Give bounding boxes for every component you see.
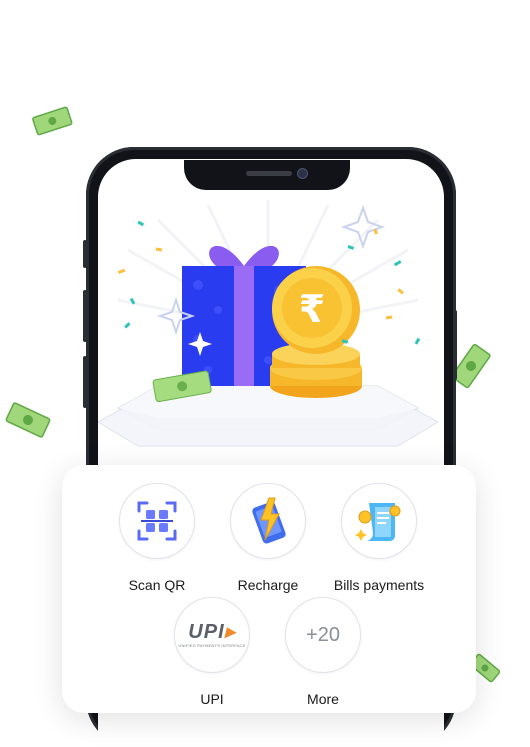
phone-speaker: [246, 171, 292, 176]
upi-logo-text: UPI: [188, 621, 225, 643]
service-bills-payments[interactable]: Bills payments: [324, 483, 434, 593]
service-recharge[interactable]: Recharge: [213, 483, 323, 593]
service-label: Recharge: [237, 577, 299, 593]
service-label: Scan QR: [128, 577, 186, 593]
more-count: +20: [306, 623, 340, 646]
qr-scan-icon[interactable]: [119, 483, 195, 559]
gift-reward-illustration: ₹: [98, 200, 438, 447]
more-count-badge[interactable]: +20: [285, 597, 361, 673]
service-label: More: [307, 691, 339, 707]
upi-logo-icon[interactable]: UPI▸ UNIFIED PAYMENTS INTERFACE: [174, 597, 250, 673]
cash-note-icon: [5, 402, 51, 438]
upi-logo-subtext: UNIFIED PAYMENTS INTERFACE: [178, 643, 246, 648]
phone-side-button: [83, 356, 87, 408]
phone-camera: [297, 168, 308, 179]
rupee-symbol: ₹: [299, 287, 325, 331]
phone-side-button: [453, 310, 457, 380]
services-card: Scan QR Recharge Bills payments UPI▸ UNI…: [62, 465, 476, 713]
service-more[interactable]: +20 More: [268, 597, 378, 707]
service-upi[interactable]: UPI▸ UNIFIED PAYMENTS INTERFACE UPI: [157, 597, 267, 707]
phone-side-button: [83, 290, 87, 342]
bill-coins-icon[interactable]: [341, 483, 417, 559]
service-label: UPI: [200, 691, 224, 707]
cash-note-icon: [32, 106, 73, 136]
service-scan-qr[interactable]: Scan QR: [102, 483, 212, 593]
phone-bolt-icon[interactable]: [230, 483, 306, 559]
phone-side-button: [83, 240, 87, 268]
service-label: Bills payments: [333, 577, 425, 593]
